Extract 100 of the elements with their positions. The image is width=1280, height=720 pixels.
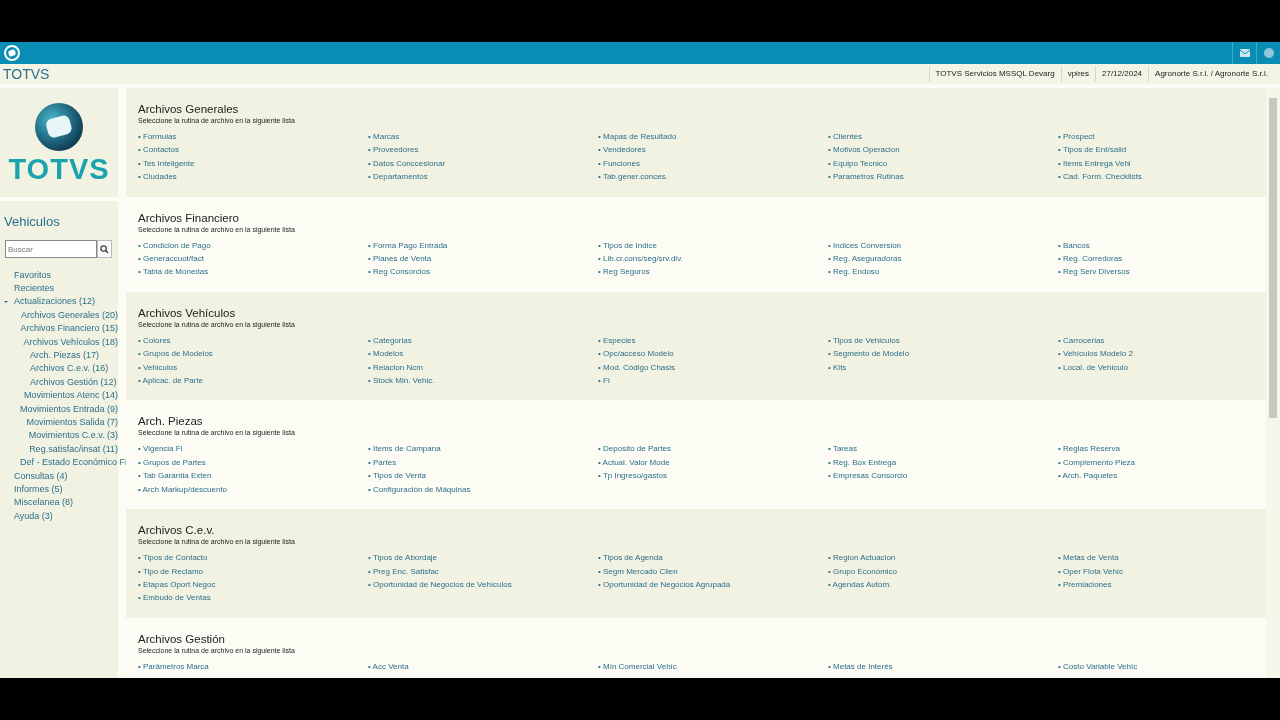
routine-link[interactable]: • Contactos [138,143,180,157]
routine-link[interactable]: • Metas de Venta [1058,551,1119,565]
routine-link[interactable]: • Modelos [368,347,404,361]
mail-icon[interactable] [1239,49,1250,57]
routine-link[interactable]: • Reg Serv Diversos [1058,265,1130,279]
routine-link[interactable]: • Tipos de Agenda [598,551,663,565]
routine-link[interactable]: • Agendas Autom. [828,577,892,592]
search-field[interactable]: Buscar [5,240,97,258]
routine-link[interactable]: • Parametros Rutinas [828,170,904,184]
routine-link[interactable]: • Items Entrega Vehi [1058,156,1131,171]
routine-link[interactable]: • Marcas [368,130,400,144]
routine-link[interactable]: • Especies [598,333,636,348]
routine-link[interactable]: • Premiaciones [1058,577,1112,592]
routine-link[interactable]: • Complemento Pieza [1058,455,1136,470]
tree-item[interactable]: Archivos Financiero (15) [20,322,118,335]
routine-link[interactable]: • Vehículos Modelo 2 [1058,347,1133,361]
routine-link[interactable]: • Stock Min. Vehic. [368,374,435,388]
scrollbar-thumb[interactable] [1269,98,1277,418]
routine-link[interactable]: • Oportunidad de Negocios Agrupada [598,577,731,592]
routine-link[interactable]: • Tareas [828,442,857,456]
routine-link[interactable]: • Departamentos [368,170,428,184]
routine-link[interactable]: • Categorias [368,333,412,348]
routine-link[interactable]: • Etapas Oport Negoc [138,577,216,592]
routine-link[interactable]: • Bancos [1058,238,1090,253]
routine-link[interactable]: • Grupo Económico [828,564,898,578]
routine-link[interactable]: • Tab Garantia Exten [138,469,212,483]
routine-link[interactable]: • Arch. Paquetes [1058,469,1118,483]
routine-link[interactable]: • Colores [138,333,171,348]
routine-link[interactable]: • Proveedores [368,143,419,157]
routine-link[interactable]: • Prospect [1058,130,1095,144]
routine-link[interactable]: • Reg. Aseguradoras [828,252,902,266]
routine-link[interactable]: • Generaccuot/fact [138,252,204,266]
routine-link[interactable]: • Grupos de Partes [138,455,206,470]
routine-link[interactable]: • Vigencia Fi [138,442,183,456]
routine-link[interactable]: • Reg Seguros [598,265,650,279]
tree-item[interactable]: Archivos Gestión (12) [30,375,117,388]
app-logo-icon[interactable] [4,45,20,61]
tree-item[interactable]: Arch. Piezas (17) [30,349,100,362]
routine-link[interactable]: • Costo Variable Vehíc [1058,659,1138,674]
routine-link[interactable]: • Reg. Corredoras [1058,252,1123,266]
routine-link[interactable]: • Tipos de Abordaje [368,551,438,565]
routine-link[interactable]: • Relacion Ncm [368,360,423,375]
routine-link[interactable]: • Mapas de Resultado [598,130,677,144]
routine-link[interactable]: • Kits [828,360,847,375]
tree-item[interactable]: Movimientos Atenc (14) [23,389,118,402]
routine-link[interactable]: • Actual. Valor Mode [598,455,670,470]
routine-link[interactable]: • Tes Inteligente [138,156,195,171]
routine-link[interactable]: • Lib.cr.cons/seg/srv.div. [598,252,683,266]
routine-link[interactable]: • Tipo de Reclamo [138,564,204,578]
routine-link[interactable]: • Parâmetros Marca [138,659,209,674]
routine-link[interactable]: • Condicion de Pago [138,238,211,253]
routine-link[interactable]: • Tab.gener.conces. [598,170,668,184]
tree-item[interactable]: Movimientos Salida (7) [26,416,118,428]
tree-item[interactable]: Archivos Generales (20) [20,308,118,321]
tree-item[interactable]: Def - Estado Económico Fi [20,456,128,469]
tree-item[interactable]: Reg.satisfac/insat (11) [29,442,118,455]
routine-link[interactable]: • Tp Ingreso/gastos [598,469,667,483]
routine-link[interactable]: • Oper Flota Vehíc [1058,564,1124,578]
routine-link[interactable]: • Datos Conccesionar [368,156,446,171]
routine-link[interactable]: • Metas de Interés [828,659,893,674]
routine-link[interactable]: • Motivos Operacion [828,143,900,157]
routine-link[interactable]: • Preg Enc. Satisfac [368,564,439,578]
routine-link[interactable]: • Reg. Endoso [828,265,880,279]
routine-link[interactable]: • Region Actuacion [828,551,896,565]
routine-link[interactable]: • Empresas Consorcio [828,469,908,483]
routine-link[interactable]: • Tipos de Venta [368,469,426,483]
routine-link[interactable]: • Tipos de Ent/salid [1058,143,1127,157]
routine-link[interactable]: • Tipos de Indice [598,238,657,253]
routine-link[interactable]: • Clientes [828,130,862,144]
routine-link[interactable]: • Items de Campana [368,442,441,456]
routine-link[interactable]: • Cad. Form. Checklists [1058,170,1142,184]
routine-link[interactable]: • Grupos de Modelos [138,347,213,361]
routine-link[interactable]: • Tipos de Vehiculos [828,333,900,348]
routine-link[interactable]: • Segmento de Modelo [828,347,910,361]
routine-link[interactable]: • Forma Pago Entrada [368,238,448,253]
routine-link[interactable]: • Arch Markup/descuento [138,482,228,497]
help-icon[interactable] [1263,48,1274,58]
routine-link[interactable]: • Planes de Venta [368,252,432,266]
routine-link[interactable]: • Opc/acceso Modelo [598,347,674,361]
routine-link[interactable]: • Carrocerias [1058,333,1105,348]
routine-link[interactable]: • Deposito de Partes [598,442,672,456]
routine-link[interactable]: • Local. de Vehiculo [1058,360,1128,375]
routine-link[interactable]: • Reglas Reserva [1058,442,1120,456]
routine-link[interactable]: • Oportunidad de Negocios de Vehículos [368,577,512,592]
tree-item[interactable]: Recientes [14,282,55,295]
routine-link[interactable]: • Vendedores [598,143,646,157]
routine-link[interactable]: • Partes [368,455,397,470]
tree-item[interactable]: Archivos Vehículos (18) [23,335,118,348]
routine-link[interactable]: • Tabla de Monedas [138,265,209,279]
routine-link[interactable]: • Mod. Código Chasis [598,360,676,375]
routine-link[interactable]: • Funciones [598,156,640,171]
tree-item[interactable]: Actualizaciones (12) [14,295,96,308]
routine-link[interactable]: • Vehiculos [138,360,178,375]
routine-link[interactable]: • Embudo de Ventas [138,591,211,605]
routine-link[interactable]: • Aplicac. de Parte [138,374,204,388]
tree-item[interactable]: Ayuda (3) [14,509,53,522]
routine-link[interactable]: • Ciudades [138,170,177,184]
routine-link[interactable]: • Reg. Box Entrega [828,455,897,470]
search-button[interactable] [97,240,112,258]
routine-link[interactable]: • Formulas [138,130,177,144]
